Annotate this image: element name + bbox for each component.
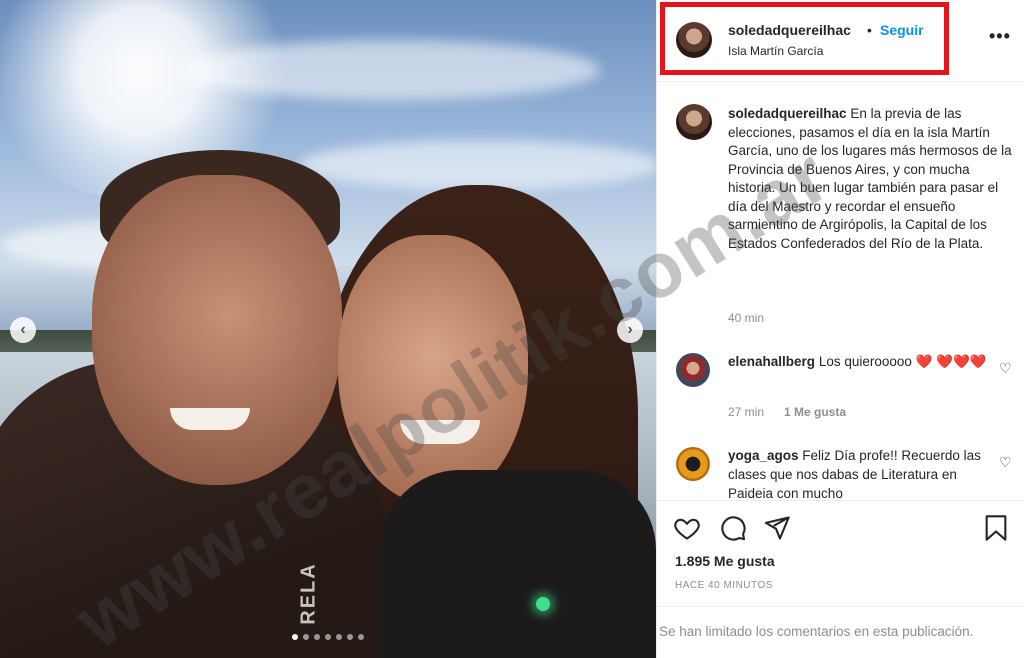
jacket-logo: RELA — [297, 562, 320, 625]
woman-sweater — [380, 470, 656, 658]
chevron-right-icon[interactable]: › — [617, 317, 643, 343]
heart-icon[interactable] — [673, 514, 701, 542]
like-count[interactable]: 1.895 Me gusta — [675, 553, 775, 569]
carousel-dot[interactable] — [336, 634, 342, 640]
post-photo[interactable]: RELA ‹ › — [0, 0, 656, 658]
comment: yoga_agos Feliz Día profe!! Recuerdo las… — [728, 446, 988, 500]
follow-button[interactable]: Seguir — [880, 22, 924, 38]
share-icon[interactable] — [763, 514, 791, 542]
instagram-post-screenshot: RELA ‹ › soledadquereilhac • Seguir Isla… — [0, 0, 1024, 658]
caption-time[interactable]: 40 min — [728, 311, 764, 325]
comment-likes[interactable]: 1 Me gusta — [784, 405, 846, 419]
location-link[interactable]: Isla Martín García — [728, 44, 823, 58]
more-icon[interactable]: ••• — [989, 26, 1011, 47]
carousel-dot[interactable] — [292, 634, 298, 640]
post-timestamp[interactable]: HACE 40 MINUTOS — [675, 580, 773, 591]
comment-icon[interactable] — [719, 514, 747, 542]
bookmark-icon[interactable] — [983, 514, 1009, 542]
avatar[interactable] — [676, 353, 710, 387]
post-side-panel: soledadquereilhac • Seguir Isla Martín G… — [656, 0, 1024, 658]
woman-smile — [400, 420, 480, 444]
heart-emoji: ❤️ ❤️❤️❤️ — [915, 354, 987, 369]
comment-username[interactable]: yoga_agos — [728, 448, 799, 463]
cloud — [180, 40, 600, 100]
carousel-dot[interactable] — [325, 634, 331, 640]
post-header: soledadquereilhac • Seguir Isla Martín G… — [657, 0, 1024, 82]
carousel-dot[interactable] — [347, 634, 353, 640]
avatar[interactable] — [676, 104, 712, 140]
avatar[interactable] — [676, 22, 712, 58]
separator-dot: • — [867, 22, 872, 38]
comment-time[interactable]: 27 min — [728, 405, 764, 419]
cloud — [300, 140, 656, 190]
carousel-dots — [292, 634, 364, 640]
carousel-dot[interactable] — [358, 634, 364, 640]
lens-flare — [536, 597, 550, 611]
woman-face — [338, 235, 528, 505]
comment-username[interactable]: elenahallberg — [728, 354, 815, 369]
heart-icon[interactable]: ♡ — [999, 360, 1012, 377]
comments-limited-notice: Se han limitado los comentarios en esta … — [657, 606, 1024, 658]
caption-username[interactable]: soledadquereilhac — [728, 106, 847, 121]
post-caption: soledadquereilhac En la previa de las el… — [728, 105, 1016, 253]
chevron-left-icon[interactable]: ‹ — [10, 317, 36, 343]
carousel-dot[interactable] — [303, 634, 309, 640]
author-username[interactable]: soledadquereilhac — [728, 22, 851, 38]
comment-text: Los quierooooo — [818, 354, 912, 369]
heart-icon[interactable]: ♡ — [999, 454, 1012, 471]
comment: elenahallberg Los quierooooo ❤️ ❤️❤️❤️ — [728, 352, 988, 371]
avatar[interactable] — [676, 447, 710, 481]
caption-text: En la previa de las elecciones, pasamos … — [728, 106, 1012, 251]
man-smile — [170, 408, 250, 430]
carousel-dot[interactable] — [314, 634, 320, 640]
man-face — [92, 175, 342, 485]
